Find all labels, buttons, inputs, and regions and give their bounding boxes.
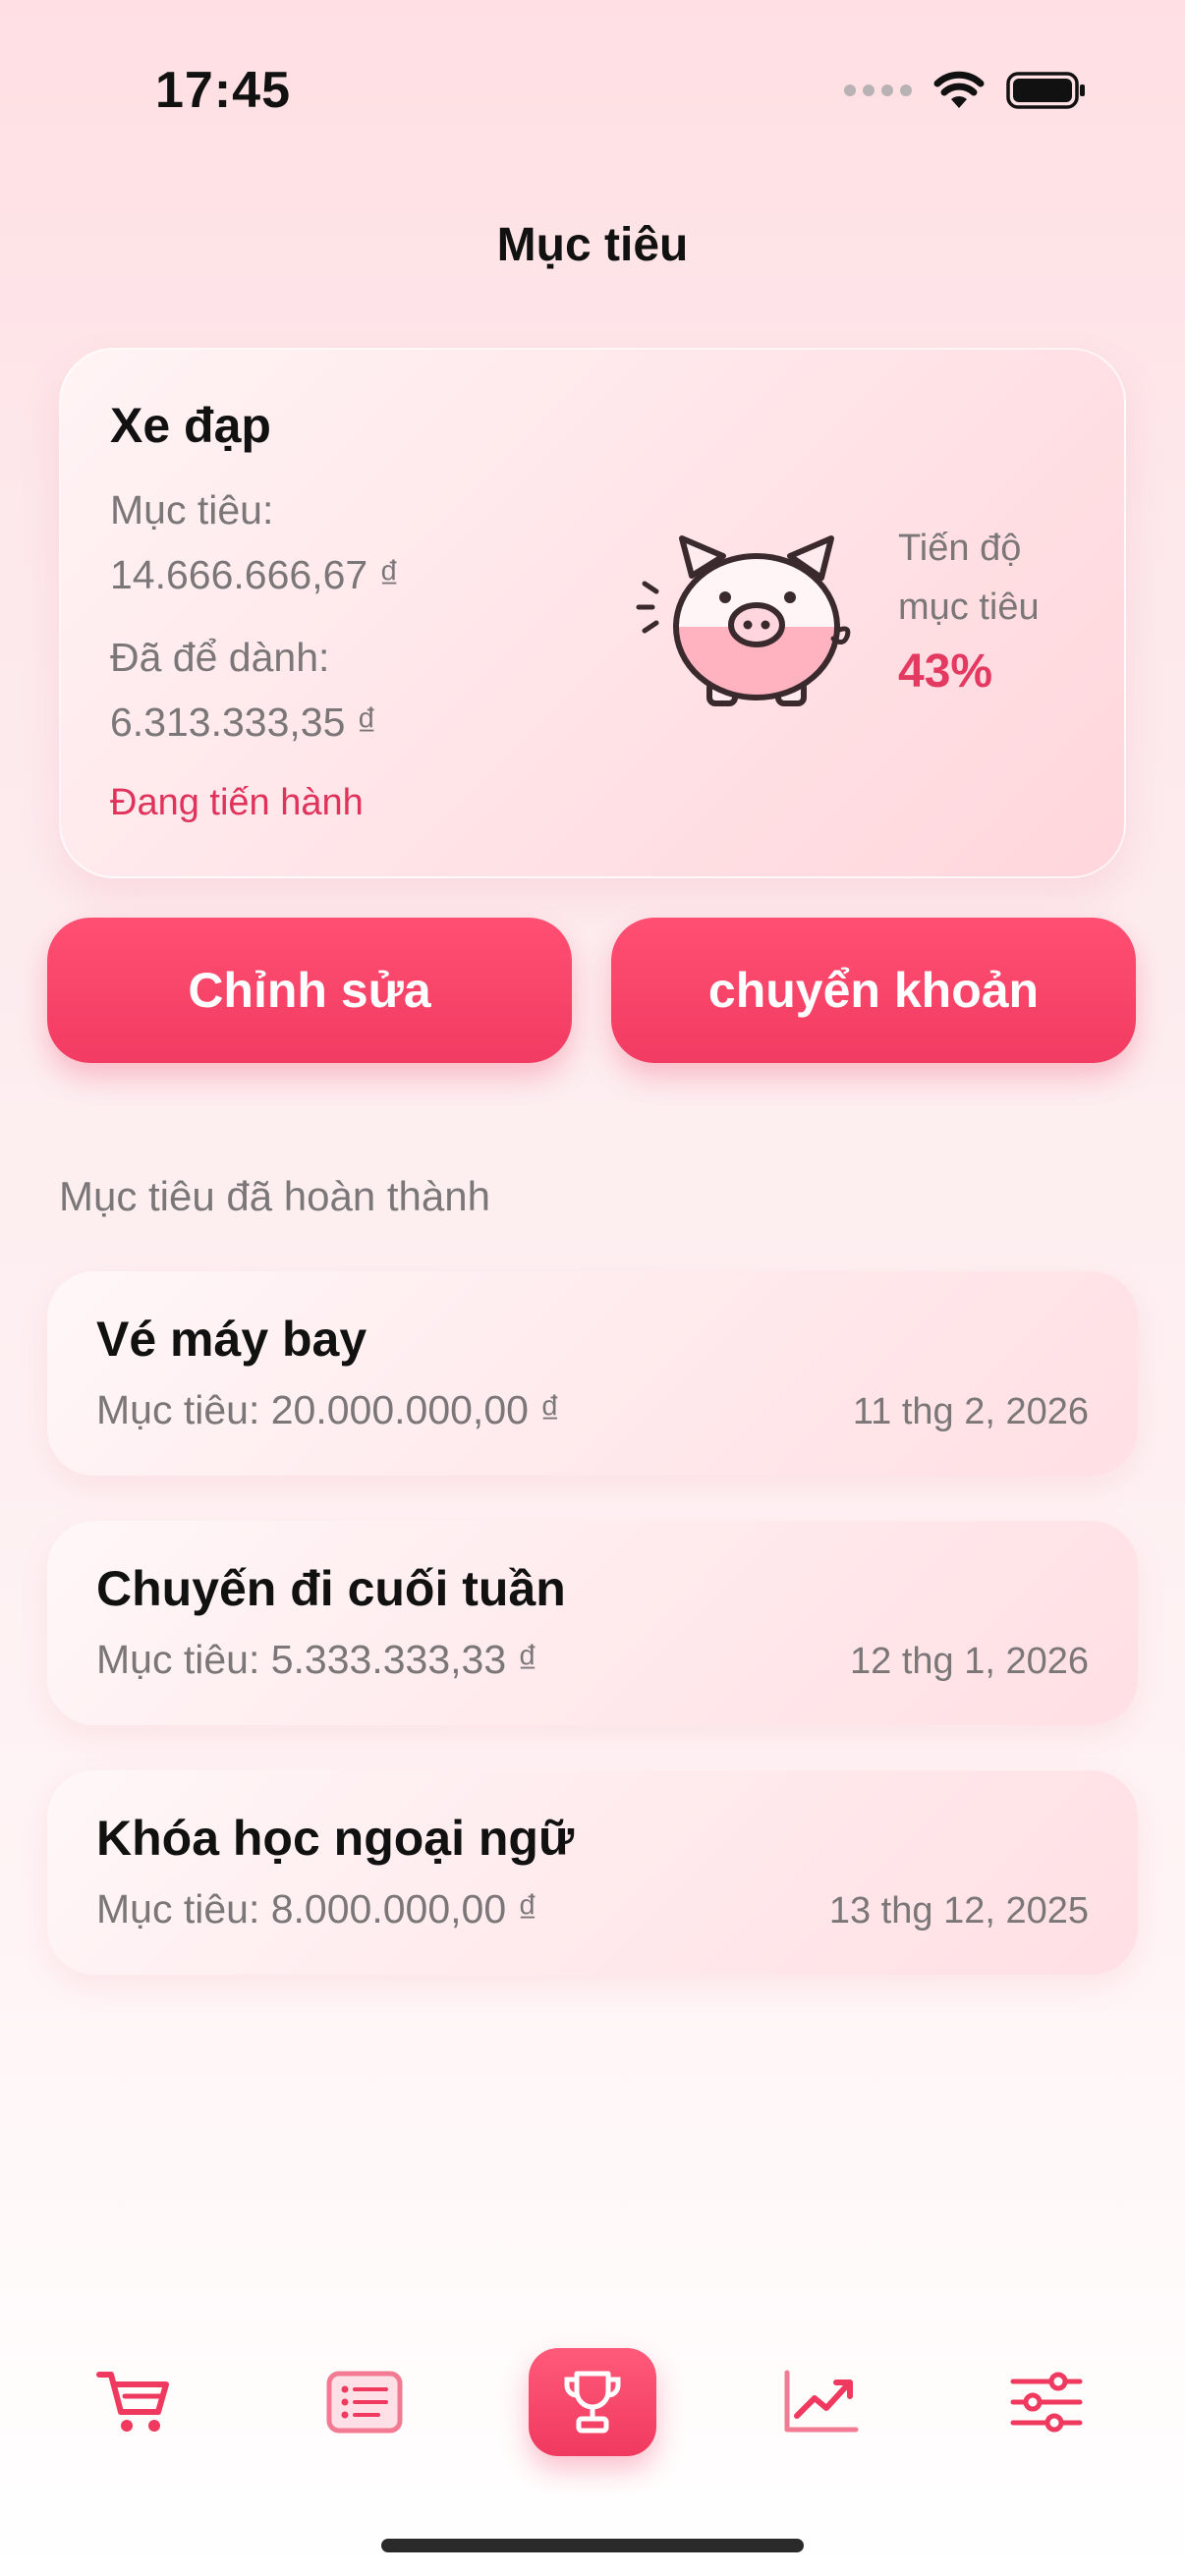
tab-list[interactable] [301,2348,428,2456]
completed-goal-target: Mục tiêu: 20.000.000,00 ₫ [96,1387,561,1432]
completed-goal-target: Mục tiêu: 5.333.333,33 ₫ [96,1637,538,1682]
transfer-button[interactable]: chuyển khoản [611,918,1136,1063]
cellular-signal-icon [844,84,912,96]
sliders-icon [1010,2372,1083,2433]
trophy-icon [564,2371,621,2434]
wifi-icon [933,71,985,108]
completed-goal-name: Chuyến đi cuối tuần [96,1561,566,1616]
completed-goal-name: Khóa học ngoại ngữ [96,1811,575,1866]
goal-saved-label: Đã để dành: [110,635,330,680]
goal-name: Xe đạp [110,398,271,453]
goal-target-label: Mục tiêu: [110,487,274,532]
current-goal-card[interactable]: Xe đạp Mục tiêu: 14.666.666,67 ₫ Đã để d… [59,348,1126,878]
completed-goal-name: Vé máy bay [96,1312,367,1367]
tab-settings[interactable] [983,2348,1110,2456]
completed-goal-item[interactable]: Vé máy bay Mục tiêu: 20.000.000,00 ₫ 11 … [47,1271,1138,1476]
status-time: 17:45 [155,62,291,119]
list-icon [326,2371,403,2434]
status-bar: 17:45 [0,0,1185,196]
completed-goal-target: Mục tiêu: 8.000.000,00 ₫ [96,1886,538,1932]
piggy-bank-icon [636,535,851,706]
completed-goal-date: 11 thg 2, 2026 [852,1391,1089,1432]
progress-label-line2: mục tiêu [898,587,1040,628]
progress-label-line1: Tiến độ [898,528,1022,569]
tab-statistics[interactable] [757,2348,884,2456]
status-icons [844,71,1087,110]
chart-trend-icon [784,2370,859,2433]
goal-status: Đang tiến hành [110,782,364,823]
page-title: Mục tiêu [496,219,689,271]
completed-section-title: Mục tiêu đã hoàn thành [59,1173,490,1219]
progress-value: 43% [898,645,993,698]
home-indicator [381,2539,804,2552]
goal-target-amount: 14.666.666,67 ₫ [110,552,400,597]
cart-icon [96,2372,169,2432]
completed-goal-item[interactable]: Chuyến đi cuối tuần Mục tiêu: 5.333.333,… [47,1521,1138,1725]
completed-goal-date: 12 thg 1, 2026 [850,1641,1089,1682]
goal-progress: Tiến độ mục tiêu 43% [898,519,1040,699]
completed-goal-date: 13 thg 12, 2025 [828,1890,1089,1932]
tab-goals[interactable] [529,2348,656,2456]
tab-shopping[interactable] [71,2348,198,2456]
battery-icon [1006,72,1085,109]
edit-goal-button[interactable]: Chỉnh sửa [47,918,572,1063]
completed-goal-item[interactable]: Khóa học ngoại ngữ Mục tiêu: 8.000.000,0… [47,1770,1138,1975]
goal-saved-amount: 6.313.333,35 ₫ [110,700,377,745]
tab-bar [0,2328,1185,2495]
